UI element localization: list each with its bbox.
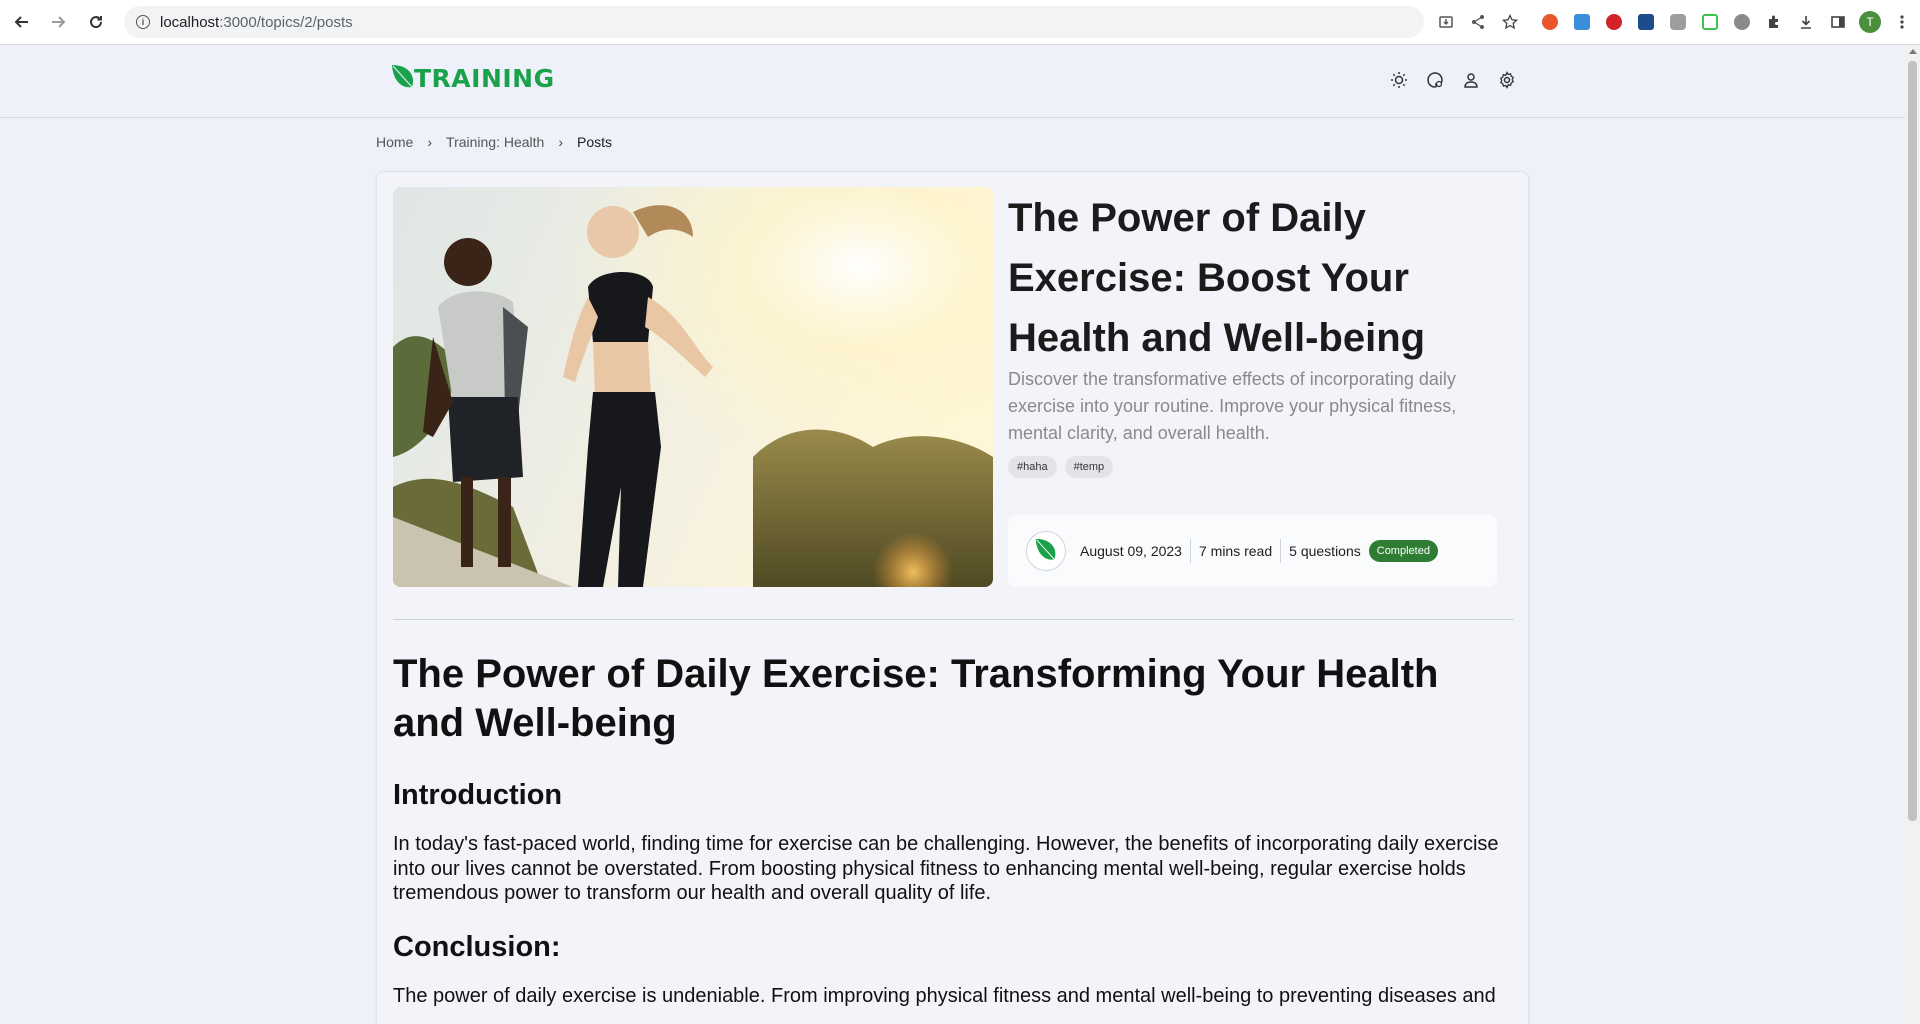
user-icon[interactable] bbox=[1460, 69, 1482, 91]
breadcrumb-training-health[interactable]: Training: Health bbox=[446, 134, 544, 150]
bookmark-star-icon[interactable] bbox=[1494, 8, 1526, 36]
training-logo[interactable]: TRAINING bbox=[390, 63, 555, 93]
extensions-puzzle-icon[interactable] bbox=[1758, 8, 1790, 36]
url-host: localhost bbox=[160, 13, 220, 31]
extension-j-icon[interactable] bbox=[1630, 8, 1662, 36]
forward-arrow-icon[interactable] bbox=[44, 8, 72, 36]
extension-camera-icon[interactable] bbox=[1662, 8, 1694, 36]
browser-toolbar: i localhost:3000/topics/2/posts T bbox=[0, 0, 1920, 45]
post-meta: August 09, 2023 7 mins read 5 questions … bbox=[1008, 515, 1497, 587]
site-info-icon[interactable]: i bbox=[136, 15, 150, 29]
question-count: 5 questions bbox=[1289, 543, 1361, 559]
breadcrumb-home[interactable]: Home bbox=[376, 134, 413, 150]
hero-title: The Power of Daily Exercise: Boost Your … bbox=[1008, 196, 1426, 360]
chevron-right-icon: › bbox=[427, 134, 433, 150]
section-paragraph: The power of daily exercise is undeniabl… bbox=[393, 984, 1496, 1007]
reload-icon[interactable] bbox=[82, 8, 110, 36]
side-panel-icon[interactable] bbox=[1822, 8, 1854, 36]
settings-gear-icon[interactable] bbox=[1496, 69, 1518, 91]
extension-lock-icon[interactable] bbox=[1694, 8, 1726, 36]
author-avatar bbox=[1026, 531, 1066, 571]
scroll-up-arrow-icon[interactable] bbox=[1909, 49, 1917, 54]
meta-divider bbox=[1280, 539, 1282, 563]
chevron-right-icon: › bbox=[558, 134, 564, 150]
install-app-icon[interactable] bbox=[1430, 8, 1462, 36]
section-divider bbox=[393, 619, 1514, 620]
tag-chip[interactable]: #haha bbox=[1008, 456, 1057, 478]
extension-fire-icon[interactable] bbox=[1534, 8, 1566, 36]
leaf-logo-icon bbox=[392, 65, 414, 88]
section-paragraph: In today's fast-paced world, finding tim… bbox=[393, 833, 1499, 904]
extension-drop-icon[interactable] bbox=[1566, 8, 1598, 36]
breadcrumb-posts: Posts bbox=[577, 134, 613, 150]
post-date: August 09, 2023 bbox=[1080, 543, 1182, 559]
extension-shield-icon[interactable] bbox=[1598, 8, 1630, 36]
downloads-icon[interactable] bbox=[1790, 8, 1822, 36]
tag-chip[interactable]: #temp bbox=[1064, 456, 1114, 478]
app-header: TRAINING bbox=[0, 45, 1905, 118]
read-time: 7 mins read bbox=[1198, 543, 1273, 559]
back-arrow-icon[interactable] bbox=[8, 8, 36, 36]
url-path: :3000/topics/2/posts bbox=[219, 13, 353, 31]
breadcrumb: Home › Training: Health › Posts bbox=[376, 134, 612, 150]
article-title: The Power of Daily Exercise: Transformin… bbox=[393, 652, 1439, 745]
scrollbar-thumb[interactable] bbox=[1908, 61, 1917, 821]
palette-icon[interactable] bbox=[1424, 69, 1446, 91]
logo-text: TRAINING bbox=[414, 64, 555, 93]
hero-image bbox=[393, 187, 993, 587]
section-heading: Introduction bbox=[393, 779, 563, 811]
page-scrollbar[interactable] bbox=[1905, 45, 1920, 1024]
article-body: The Power of Daily Exercise: Transformin… bbox=[393, 650, 1514, 1024]
tag-list: #haha #temp bbox=[1008, 456, 1114, 478]
section-heading: Conclusion: bbox=[393, 930, 561, 963]
theme-sun-icon[interactable] bbox=[1388, 69, 1410, 91]
leaf-avatar-icon bbox=[1035, 538, 1056, 560]
share-icon[interactable] bbox=[1462, 8, 1494, 36]
status-badge: Completed bbox=[1368, 540, 1438, 562]
extension-bug-icon[interactable] bbox=[1726, 8, 1758, 36]
profile-avatar[interactable]: T bbox=[1854, 8, 1886, 36]
browser-menu-icon[interactable] bbox=[1886, 8, 1918, 36]
meta-divider bbox=[1189, 539, 1191, 563]
hero-description: Discover the transformative effects of i… bbox=[1008, 369, 1457, 443]
address-bar[interactable]: i localhost:3000/topics/2/posts bbox=[124, 6, 1424, 38]
